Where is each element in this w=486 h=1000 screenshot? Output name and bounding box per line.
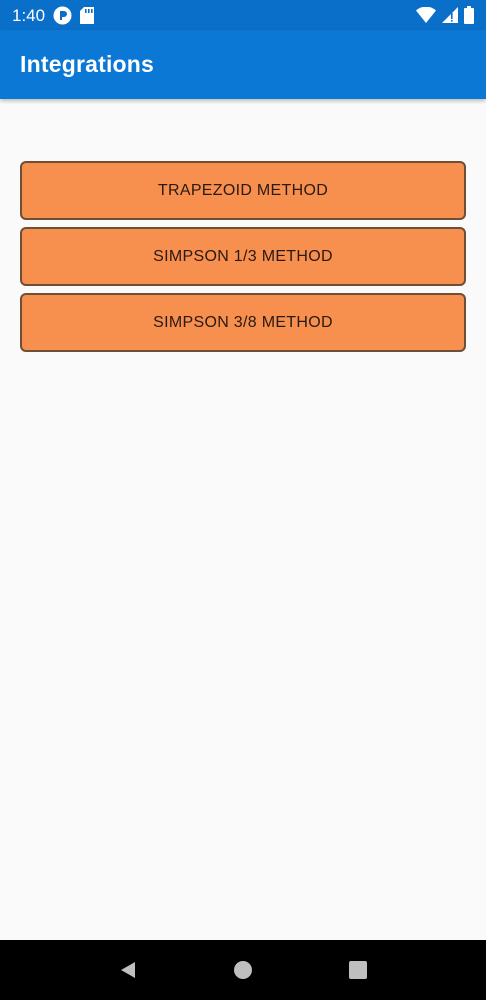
signal-icon: [442, 7, 458, 23]
status-bar: 1:40: [0, 0, 486, 30]
simpson-1-3-method-button[interactable]: SIMPSON 1/3 METHOD: [20, 227, 466, 286]
back-button[interactable]: [108, 950, 148, 990]
navigation-bar: [0, 940, 486, 1000]
battery-icon: [464, 6, 474, 24]
method-button-list: TRAPEZOID METHOD SIMPSON 1/3 METHOD SIMP…: [20, 161, 466, 352]
app-bar: Integrations: [0, 30, 486, 99]
status-time: 1:40: [12, 5, 46, 25]
home-button[interactable]: [223, 950, 263, 990]
status-right: [416, 6, 474, 24]
recents-icon: [349, 961, 368, 979]
sd-card-icon: [80, 6, 95, 24]
screen: 1:40 Integrations TRAPEZOID METHOD SIMPS…: [0, 0, 486, 1000]
trapezoid-method-button[interactable]: TRAPEZOID METHOD: [20, 161, 466, 220]
notification-p-icon: [53, 6, 72, 25]
recents-button[interactable]: [338, 950, 378, 990]
status-left: 1:40: [12, 5, 95, 25]
back-icon: [118, 960, 138, 980]
page-title: Integrations: [20, 51, 155, 77]
simpson-3-8-method-button[interactable]: SIMPSON 3/8 METHOD: [20, 293, 466, 352]
wifi-icon: [416, 7, 436, 23]
home-icon: [233, 960, 253, 980]
